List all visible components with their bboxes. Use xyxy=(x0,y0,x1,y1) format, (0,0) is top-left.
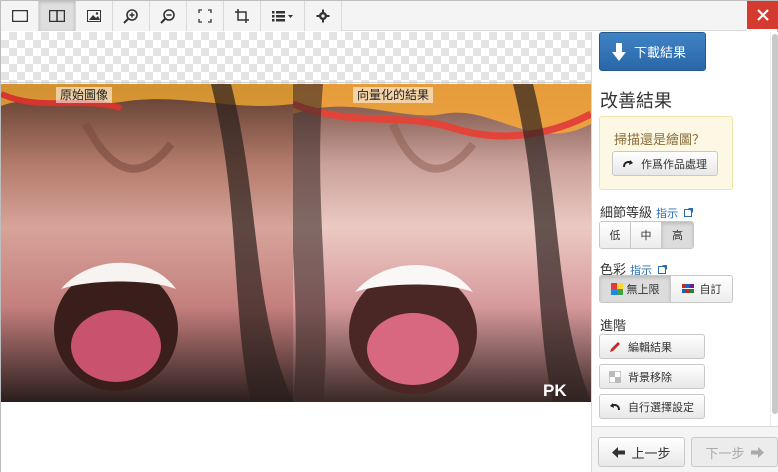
zoom-in-button[interactable] xyxy=(113,1,150,31)
fit-to-screen-button[interactable] xyxy=(187,1,224,31)
palette-icon xyxy=(681,284,694,293)
watermark-logo: PK xyxy=(543,381,567,400)
color-option-custom-label: 自訂 xyxy=(699,283,722,296)
edit-result-label: 編輯結果 xyxy=(628,340,672,354)
settings-sidebar: 下載結果 改善結果 掃描還是繪圖？ 作爲作品處理 細節等級 指示 低 中 高 色彩… xyxy=(591,32,778,472)
scan-question: 掃描還是繪圖？ xyxy=(614,133,706,148)
pencil-icon xyxy=(608,341,622,353)
download-button[interactable]: 下載結果 xyxy=(599,32,706,71)
single-view-icon xyxy=(11,10,28,22)
split-view-icon xyxy=(49,10,65,22)
vectorized-image[interactable]: 向量化的結果 PK xyxy=(293,84,591,402)
image-canvas[interactable]: 原始圖像 向量化的結果 PK xyxy=(1,32,591,472)
image-icon xyxy=(87,10,101,22)
color-option-custom[interactable]: 自訂 xyxy=(671,276,732,302)
previous-step-button[interactable]: 上一步 xyxy=(598,437,685,467)
detail-option-high[interactable]: 高 xyxy=(662,222,693,248)
gear-icon xyxy=(316,9,330,23)
zoom-out-icon xyxy=(160,9,175,24)
download-label: 下載結果 xyxy=(634,46,687,61)
image-view-button[interactable] xyxy=(76,1,113,31)
next-step-button[interactable]: 下一步 xyxy=(691,437,778,467)
detail-level-label: 細節等級 指示 xyxy=(600,202,694,221)
detail-option-low[interactable]: 低 xyxy=(600,222,631,248)
checkerboard-icon xyxy=(608,370,622,383)
custom-settings-button[interactable]: 自行選擇設定 xyxy=(599,394,705,419)
original-image-label: 原始圖像 xyxy=(56,87,113,103)
vectorized-face-illustration xyxy=(293,84,591,402)
crop-icon xyxy=(235,9,249,23)
list-menu-icon xyxy=(271,11,293,22)
fit-to-screen-icon xyxy=(198,9,212,23)
list-menu-button[interactable] xyxy=(261,1,305,31)
color-option-unlimited[interactable]: 無上限 xyxy=(600,276,671,302)
process-as-artwork-button[interactable]: 作爲作品處理 xyxy=(612,151,718,176)
improve-title: 改善結果 xyxy=(600,91,672,112)
zoom-in-icon xyxy=(123,9,138,24)
undo-icon xyxy=(608,401,622,413)
crop-button[interactable] xyxy=(224,1,261,31)
canvas-divider xyxy=(1,82,591,83)
next-step-label: 下一步 xyxy=(705,446,745,462)
zoom-out-button[interactable] xyxy=(150,1,187,31)
original-image[interactable]: 原始圖像 xyxy=(1,84,293,402)
step-navigation: 上一步 下一步 xyxy=(592,426,778,472)
background-removal-label: 背景移除 xyxy=(628,370,672,384)
background-removal-button[interactable]: 背景移除 xyxy=(599,364,705,389)
previous-step-label: 上一步 xyxy=(631,446,671,462)
arrow-down-icon xyxy=(612,42,626,61)
canvas-bottom-area xyxy=(1,402,591,472)
app-window: 原始圖像 向量化的結果 PK 下載結果 改善結果 掃描還是繪圖？ 作爲作品處理 … xyxy=(0,0,778,472)
scan-or-drawing-box: 掃描還是繪圖？ 作爲作品處理 xyxy=(599,116,733,190)
arrow-right-icon xyxy=(750,446,764,458)
close-icon xyxy=(757,9,769,21)
vectorized-image-label: 向量化的結果 xyxy=(353,87,434,103)
process-as-artwork-label: 作爲作品處理 xyxy=(641,157,707,171)
advanced-label: 進階 xyxy=(600,319,627,334)
redo-icon xyxy=(621,158,635,170)
arrow-left-icon xyxy=(612,446,626,458)
toolbar xyxy=(1,1,747,31)
close-button[interactable] xyxy=(747,1,778,29)
settings-button[interactable] xyxy=(305,1,342,31)
edit-result-button[interactable]: 編輯結果 xyxy=(599,334,705,359)
sidebar-scrollbar-thumb[interactable] xyxy=(772,34,778,414)
detail-level-selector: 低 中 高 xyxy=(599,221,694,249)
external-link-icon xyxy=(684,208,694,217)
detail-hint-link[interactable]: 指示 xyxy=(656,207,678,220)
custom-settings-label: 自行選擇設定 xyxy=(628,400,694,414)
split-view-button[interactable] xyxy=(39,1,76,31)
detail-option-medium[interactable]: 中 xyxy=(631,222,662,248)
external-link-icon xyxy=(658,265,668,274)
color-selector: 無上限 自訂 xyxy=(599,275,733,303)
original-face-illustration xyxy=(1,84,293,402)
color-wheel-icon xyxy=(610,283,623,295)
color-option-unlimited-label: 無上限 xyxy=(626,283,660,296)
detail-level-text: 細節等級 xyxy=(600,206,653,221)
single-view-button[interactable] xyxy=(1,1,39,31)
